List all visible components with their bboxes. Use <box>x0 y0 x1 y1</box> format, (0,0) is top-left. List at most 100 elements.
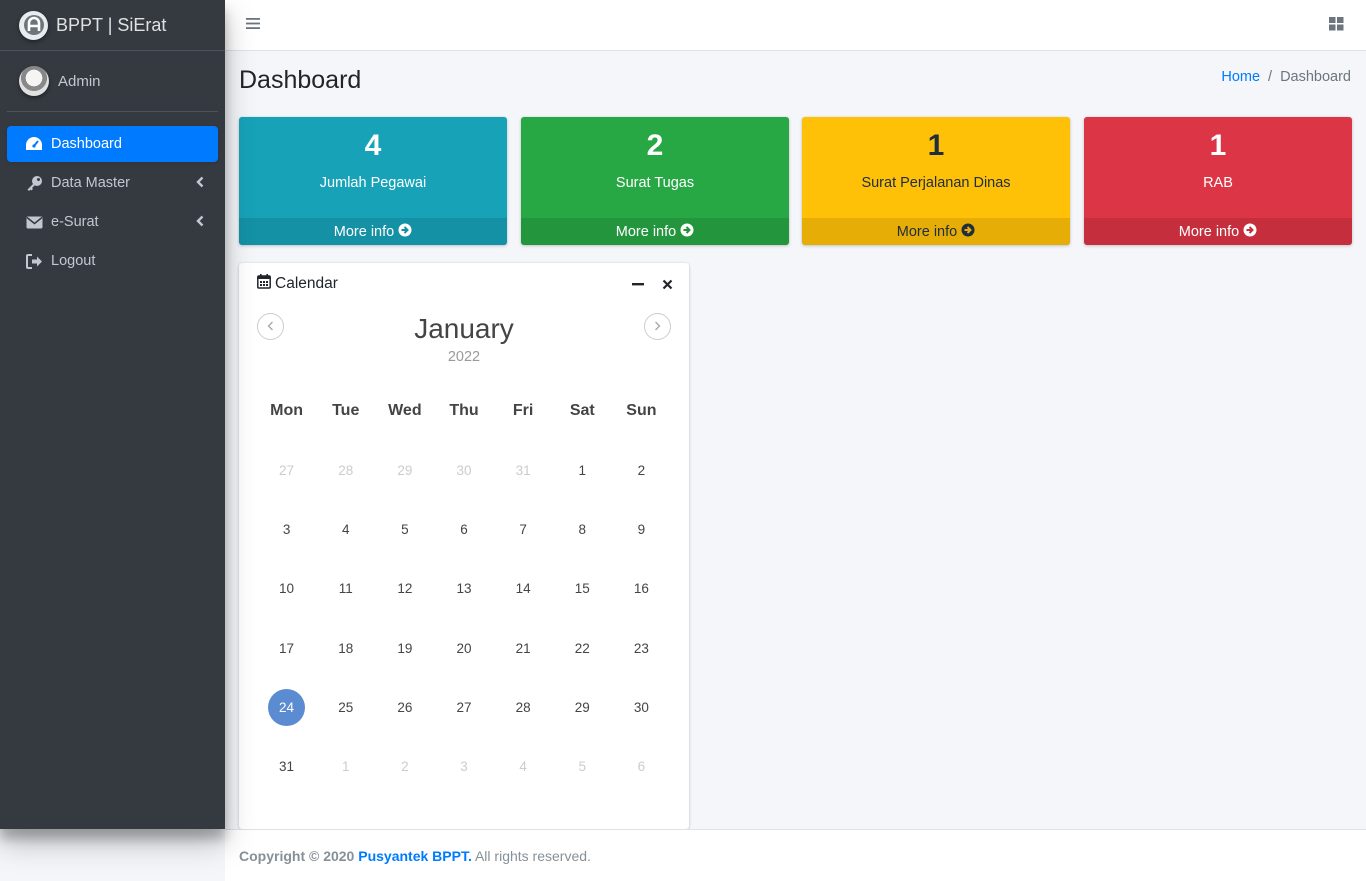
card-title-text: Calendar <box>275 275 338 292</box>
stat-value: 1 <box>927 129 945 162</box>
calendar-day[interactable]: 28 <box>494 678 553 737</box>
calendar-day[interactable]: 31 <box>494 441 553 500</box>
stat-label: RAB <box>1203 175 1233 191</box>
user-name: Admin <box>58 72 101 90</box>
more-info-link[interactable]: More info <box>802 218 1070 245</box>
calendar-day[interactable]: 29 <box>375 441 434 500</box>
calendar-day-number: 4 <box>341 522 350 538</box>
calendar-day[interactable]: 10 <box>257 559 316 618</box>
calendar-day-number: 5 <box>578 759 587 775</box>
more-info-link[interactable]: More info <box>239 218 507 245</box>
calendar-day[interactable]: 14 <box>494 559 553 618</box>
calendar-day[interactable]: 30 <box>434 441 493 500</box>
stat-box-surat-tugas: 2 Surat Tugas More info <box>521 117 789 245</box>
calendar-day[interactable]: 4 <box>494 737 553 796</box>
calendar-day-number: 24 <box>268 688 306 726</box>
calendar-day-number: 14 <box>515 581 531 597</box>
stat-label: Surat Tugas <box>615 175 695 191</box>
calendar-day[interactable]: 6 <box>612 737 671 796</box>
more-info-link[interactable]: More info <box>521 218 789 245</box>
calendar-day[interactable]: 18 <box>316 619 375 678</box>
calendar-day-today[interactable]: 24 <box>257 678 316 737</box>
calendar-day-number: 28 <box>338 463 354 479</box>
weekday-header: Mon <box>270 402 303 419</box>
calendar-day[interactable]: 26 <box>375 678 434 737</box>
calendar-day-number: 29 <box>574 699 590 715</box>
more-info-link[interactable]: More info <box>1084 218 1352 245</box>
calendar-day[interactable]: 5 <box>553 737 612 796</box>
calendar-day[interactable]: 11 <box>316 559 375 618</box>
breadcrumb-home-link[interactable]: Home <box>1221 69 1260 85</box>
weekday-header: Thu <box>449 402 479 419</box>
calendar-day[interactable]: 21 <box>494 619 553 678</box>
breadcrumb-current: Dashboard <box>1280 69 1351 85</box>
sidebar-item-logout[interactable]: Logout <box>7 243 218 279</box>
calendar-day-number: 9 <box>637 522 646 538</box>
user-panel[interactable]: Admin <box>7 51 218 112</box>
sidebar-item-dashboard[interactable]: Dashboard <box>7 126 218 162</box>
weekday-header: Sat <box>569 402 595 419</box>
sidebar-item-data-master[interactable]: Data Master <box>7 165 218 201</box>
calendar-day-number: 6 <box>460 522 468 538</box>
calendar-day[interactable]: 2 <box>612 441 671 500</box>
footer-org-link[interactable]: Pusyantek BPPT. <box>358 848 472 864</box>
calendar-day-number: 27 <box>279 463 295 479</box>
calendar-day[interactable]: 29 <box>553 678 612 737</box>
sidebar-item-label: e-Surat <box>51 214 99 230</box>
calendar-day[interactable]: 25 <box>316 678 375 737</box>
stat-box-jumlah-pegawai: 4 Jumlah Pegawai More info <box>239 117 507 245</box>
calendar-day-number: 27 <box>456 699 472 715</box>
calendar-day[interactable]: 1 <box>553 441 612 500</box>
sign-out-icon <box>24 251 44 271</box>
tachometer-icon <box>24 134 44 154</box>
calendar-day[interactable]: 23 <box>612 619 671 678</box>
weekday-header: Fri <box>512 402 534 419</box>
stat-value: 2 <box>646 129 664 162</box>
calendar-day[interactable]: 27 <box>257 441 316 500</box>
calendar-day[interactable]: 7 <box>494 500 553 559</box>
stat-value: 1 <box>1209 129 1227 162</box>
calendar-day[interactable]: 1 <box>316 737 375 796</box>
calendar-day[interactable]: 12 <box>375 559 434 618</box>
calendar-day[interactable]: 20 <box>434 619 493 678</box>
sidebar-item-label: Logout <box>51 253 96 269</box>
control-sidebar-grid-icon[interactable] <box>1329 17 1344 36</box>
calendar-day[interactable]: 13 <box>434 559 493 618</box>
calendar-day-number: 18 <box>338 640 354 656</box>
close-icon[interactable] <box>662 277 673 294</box>
weekday-header: Wed <box>388 402 422 419</box>
calendar-day[interactable]: 27 <box>434 678 493 737</box>
calendar-icon <box>257 274 271 294</box>
calendar-day[interactable]: 16 <box>612 559 671 618</box>
calendar-day[interactable]: 2 <box>375 737 434 796</box>
calendar-day[interactable]: 4 <box>316 500 375 559</box>
calendar-day-number: 17 <box>279 640 295 656</box>
calendar-day-number: 19 <box>397 640 413 656</box>
brand-link[interactable]: BPPT | SiErat <box>0 0 225 51</box>
calendar-day[interactable]: 17 <box>257 619 316 678</box>
calendar-day[interactable]: 19 <box>375 619 434 678</box>
calendar-day-number: 2 <box>401 759 409 775</box>
collapse-minus-icon[interactable] <box>632 277 644 294</box>
arrow-circle-right-icon <box>680 223 694 241</box>
calendar-day[interactable]: 30 <box>612 678 671 737</box>
calendar-day[interactable]: 28 <box>316 441 375 500</box>
hamburger-menu-icon[interactable] <box>246 17 260 35</box>
calendar-day-number: 30 <box>633 699 649 715</box>
calendar-day[interactable]: 6 <box>434 500 493 559</box>
calendar-day[interactable]: 3 <box>257 500 316 559</box>
calendar-day-number: 1 <box>578 463 587 479</box>
sidebar-item-e-surat[interactable]: e-Surat <box>7 204 218 240</box>
calendar-weekdays: Mon Tue Wed Thu Fri Sat Sun <box>257 402 671 420</box>
next-month-button[interactable] <box>644 313 671 340</box>
calendar-day[interactable]: 31 <box>257 737 316 796</box>
calendar-day[interactable]: 22 <box>553 619 612 678</box>
calendar-day[interactable]: 15 <box>553 559 612 618</box>
calendar-days-grid: 27 28 29 30 31 1 2 3 4 5 6 7 8 9 10 11 12 13 14 15 16 17 18 19 2… <box>257 441 671 796</box>
calendar-day[interactable]: 8 <box>553 500 612 559</box>
stat-label: Surat Perjalanan Dinas <box>861 175 1011 191</box>
calendar-day[interactable]: 3 <box>434 737 493 796</box>
more-info-label: More info <box>615 223 677 240</box>
calendar-day[interactable]: 9 <box>612 500 671 559</box>
calendar-day[interactable]: 5 <box>375 500 434 559</box>
